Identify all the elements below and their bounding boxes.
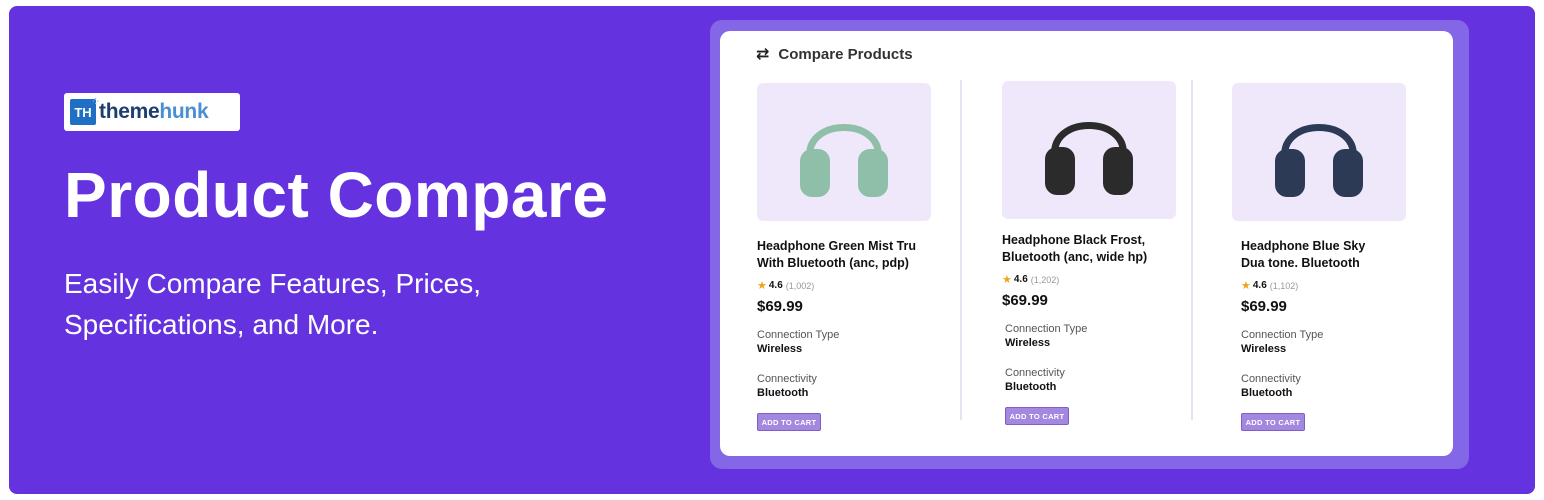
star-icon: ★ [1241, 280, 1251, 292]
spec-label: Connection Type [757, 329, 840, 341]
column-divider [960, 80, 962, 420]
spec-value: Bluetooth [1005, 381, 1057, 393]
add-to-cart-button[interactable]: ADD TO CART [1005, 407, 1069, 425]
logo-mark: TH ⁘ [70, 97, 99, 125]
spec-value: Bluetooth [757, 387, 809, 399]
product-rating: ★ 4.6 (1,102) [1241, 280, 1299, 292]
spec-label: Connection Type [1241, 329, 1324, 341]
spec-label: Connectivity [757, 373, 817, 385]
product-name[interactable]: Headphone Blue Sky Dua tone. Bluetooth [1232, 238, 1391, 272]
product-price: $69.99 [757, 298, 803, 315]
headphone-cup-right [1103, 147, 1133, 195]
product-card: Headphone Blue Sky Dua tone. Bluetooth ★… [1232, 83, 1406, 431]
headline: Product Compare [64, 159, 609, 231]
product-name[interactable]: Headphone Green Mist Tru With Bluetooth … [757, 238, 937, 272]
product-price: $69.99 [1241, 298, 1287, 315]
add-to-cart-button[interactable]: ADD TO CART [757, 413, 821, 431]
subheadline: Easily Compare Features, Prices, Specifi… [64, 268, 482, 340]
product-name[interactable]: Headphone Black Frost, Bluetooth (anc, w… [1002, 232, 1182, 266]
headphone-icon [1045, 122, 1133, 195]
headphone-cup-left [1045, 147, 1075, 195]
headphone-cup-right [1333, 149, 1363, 197]
add-to-cart-button[interactable]: ADD TO CART [1241, 413, 1305, 431]
product-rating: ★ 4.6 (1,002) [757, 280, 815, 292]
star-icon: ★ [1002, 274, 1012, 286]
product-price: $69.99 [1002, 292, 1048, 309]
product-card: Headphone Green Mist Tru With Bluetooth … [757, 83, 937, 431]
spec-value: Wireless [1005, 337, 1051, 349]
headphone-cup-right [858, 149, 888, 197]
spec-value: Bluetooth [1241, 387, 1293, 399]
column-divider [1191, 80, 1193, 420]
swap-arrows-icon: ⇄ [756, 46, 770, 63]
headphone-cup-left [1275, 149, 1305, 197]
star-icon: ★ [757, 280, 767, 292]
spec-value: Wireless [1241, 343, 1287, 355]
spec-label: Connection Type [1005, 323, 1088, 335]
headphone-icon [800, 124, 888, 197]
spec-label: Connectivity [1241, 373, 1301, 385]
product-image[interactable] [757, 83, 931, 221]
compare-panel-title: ⇄ Compare Products [756, 44, 913, 64]
themehunk-logo[interactable]: TH ⁘ themehunk [64, 93, 240, 131]
headphone-icon [1275, 124, 1363, 197]
logo-text: themehunk [99, 100, 209, 123]
headphone-cup-left [800, 149, 830, 197]
product-image[interactable] [1002, 81, 1176, 219]
product-image[interactable] [1232, 83, 1406, 221]
compare-title-text: Compare Products [778, 45, 913, 63]
spec-label: Connectivity [1005, 367, 1065, 379]
spec-value: Wireless [757, 343, 803, 355]
product-rating: ★ 4.6 (1,202) [1002, 274, 1060, 286]
product-card: Headphone Black Frost, Bluetooth (anc, w… [1002, 81, 1182, 425]
